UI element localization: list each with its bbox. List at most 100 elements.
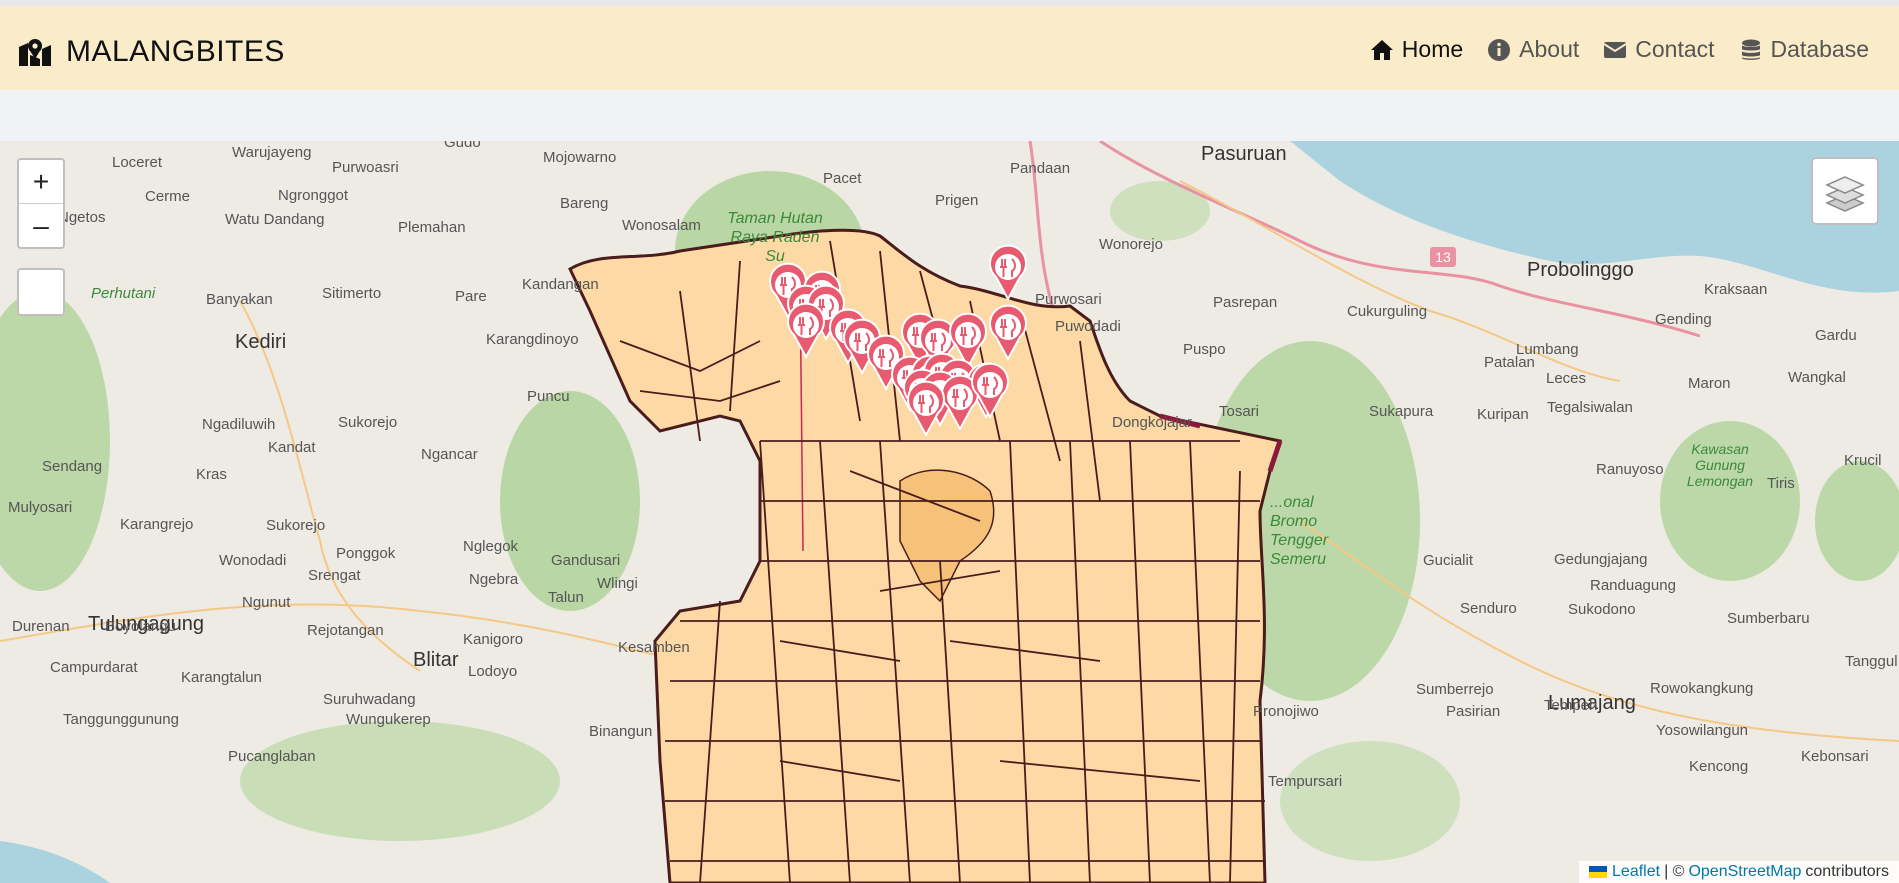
map-label: Campurdarat [50, 659, 138, 676]
map-label: Banyakan [206, 291, 273, 308]
layers-control[interactable] [1811, 157, 1879, 225]
nav-contact[interactable]: Contact [1603, 36, 1715, 63]
nav-contact-label: Contact [1635, 36, 1715, 62]
navbar: MALANGBITES Home About Contact Database [0, 6, 1899, 90]
map-label: Kandangan [522, 276, 599, 293]
map-label: Ngebra [469, 571, 519, 588]
map-control-button[interactable] [17, 268, 65, 316]
map-label: Gandusari [551, 552, 621, 569]
forest-patch [1110, 181, 1210, 241]
map-label: Cerme [145, 188, 191, 205]
map-label: Karangdinoyo [486, 331, 579, 348]
map-label: Sitimerto [322, 285, 382, 302]
brand-title: MALANGBITES [66, 35, 285, 68]
forest-patch [1280, 741, 1460, 861]
map-label: Kencong [1689, 758, 1749, 775]
map-label: Plemahan [398, 219, 466, 236]
map-label: Karangrejo [120, 516, 194, 533]
nav-home[interactable]: Home [1370, 36, 1463, 63]
map-label: Pucanglaban [228, 748, 316, 765]
map-label: Cukurguling [1347, 303, 1428, 320]
map-label: Puncu [527, 388, 570, 405]
map-label: Pasrepan [1213, 294, 1278, 311]
map-label: Tosari [1219, 403, 1260, 420]
nav-links: Home About Contact Database [1370, 36, 1869, 63]
attribution-suffix: contributors [1805, 863, 1889, 880]
map-label: Randuagung [1590, 577, 1676, 594]
map-label: Gudo [444, 141, 481, 151]
info-icon [1488, 38, 1511, 61]
osm-link[interactable]: OpenStreetMap [1688, 863, 1801, 881]
zoom-out-button[interactable]: – [19, 204, 63, 247]
map-label: Ngunut [242, 594, 291, 611]
nav-home-label: Home [1401, 36, 1464, 62]
map-label: Karangtalun [181, 669, 262, 686]
map-label: Tegalsiwalan [1547, 399, 1633, 416]
map-label: Wungukerep [346, 711, 431, 728]
sea-area-south [0, 841, 110, 883]
home-icon [1370, 39, 1393, 60]
map-location-icon [19, 39, 51, 66]
map-label: Srengat [308, 567, 361, 584]
map-label: Purwosari [1035, 291, 1102, 308]
map-label: Mojowarno [543, 149, 617, 166]
map-label: Blitar [413, 649, 459, 671]
nav-database[interactable]: Database [1739, 36, 1869, 63]
map-label: Bareng [560, 195, 609, 212]
map-label: Leces [1546, 370, 1587, 387]
map-label: Suruhwadang [323, 691, 416, 708]
zoom-control: + – [17, 158, 65, 249]
map-label: Talun [548, 589, 584, 606]
road [239, 300, 421, 672]
map-label: Kanigoro [463, 631, 524, 648]
map-label: Mulyosari [8, 499, 73, 516]
envelope-icon [1603, 41, 1627, 58]
zoom-in-button[interactable]: + [19, 160, 63, 204]
map-label: Pandaan [1010, 160, 1071, 177]
map-label: Pasuruan [1201, 143, 1287, 165]
map-label: Kebonsari [1801, 748, 1869, 765]
map-label: Pare [455, 288, 487, 305]
leaflet-link[interactable]: Leaflet [1612, 863, 1660, 881]
nav-about[interactable]: About [1487, 36, 1579, 63]
map-label: Rejotangan [307, 622, 384, 639]
map-label: Maron [1688, 375, 1731, 392]
map-label: Kesamben [618, 639, 690, 656]
map-label: Probolinggo [1527, 259, 1634, 281]
map-label: Durenan [12, 618, 70, 635]
map-label: Loceret [112, 154, 163, 171]
map-label: Wangkal [1788, 369, 1846, 386]
forest-patch [0, 291, 110, 591]
map-label: Kandat [268, 439, 316, 456]
brand[interactable]: MALANGBITES [18, 34, 285, 70]
map-label: Sendang [42, 458, 103, 475]
map-label: Pacet [823, 170, 862, 187]
map-label: Warujayeng [232, 144, 312, 161]
map-label: Krucil [1844, 452, 1882, 469]
map-label: Sukodono [1568, 601, 1636, 618]
map-label: Puwodadi [1055, 318, 1121, 335]
map-label: Tempursari [1268, 773, 1343, 790]
map-label: Pasirian [1446, 703, 1501, 720]
route-shield: 13 [1430, 247, 1456, 267]
layers-icon [1825, 176, 1865, 212]
map-label: Ngadiluwih [202, 416, 276, 433]
map-attribution: Leaflet | © OpenStreetMap contributors [1579, 861, 1899, 883]
map-label: Nglegok [463, 538, 519, 555]
map-label: ...onal Bromo Tengger Semeru [1270, 494, 1329, 568]
map-label: Perhutani [91, 285, 156, 302]
map-container[interactable]: Pasuruan Probolinggo Kediri Tulungagung … [0, 141, 1899, 883]
map-label: Wlingi [597, 575, 638, 592]
map-label: Gending [1655, 311, 1712, 328]
map-label: Sumberrejo [1416, 681, 1494, 698]
map-label: Kras [196, 466, 227, 483]
map-label: Rowokangkung [1650, 680, 1754, 697]
map-label: Kediri [235, 331, 287, 353]
map-label: Ngancar [421, 446, 478, 463]
map-label: Taman Hutan Raya Raden Su [727, 210, 823, 265]
map-label: Ponggok [336, 545, 396, 562]
map-label: Kawasan Gunung Lemongan [1686, 441, 1754, 489]
map-label: Boyolangu [105, 618, 176, 635]
forest-patch [1815, 461, 1899, 581]
map-label: Pronojiwo [1253, 703, 1319, 720]
